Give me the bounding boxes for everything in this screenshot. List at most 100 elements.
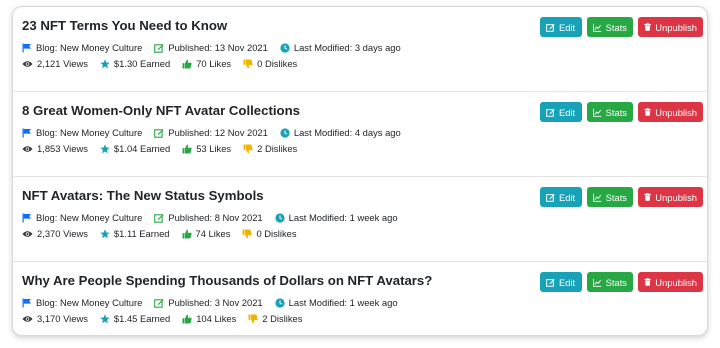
unpublish-button[interactable]: Unpublish bbox=[638, 17, 703, 37]
unpublish-label: Unpublish bbox=[655, 21, 697, 33]
views-count: 2,370 Views bbox=[37, 228, 88, 239]
article-row: NFT Avatars: The New Status Symbols Blog… bbox=[13, 177, 707, 262]
article-meta: Blog: New Money Culture Published: 8 Nov… bbox=[22, 212, 410, 223]
edit-square-icon bbox=[546, 278, 555, 287]
trash-icon bbox=[644, 108, 651, 116]
clock-icon bbox=[275, 297, 285, 308]
unpublish-label: Unpublish bbox=[655, 106, 697, 118]
flag-icon bbox=[22, 43, 31, 52]
thumbs-up-icon bbox=[182, 144, 192, 153]
articles-card: 23 NFT Terms You Need to Know Blog: New … bbox=[12, 6, 708, 336]
modified-meta: Last Modified: 1 week ago bbox=[275, 212, 398, 223]
dislikes-stat: 2 Dislikes bbox=[248, 313, 302, 324]
flag-icon bbox=[22, 128, 31, 137]
article-actions: Edit Stats Unpublish bbox=[540, 102, 703, 122]
trash-icon bbox=[644, 193, 651, 201]
likes-stat: 74 Likes bbox=[182, 228, 230, 239]
edit-square-icon bbox=[546, 193, 555, 202]
thumbs-up-icon bbox=[182, 59, 192, 68]
thumbs-up-icon bbox=[182, 229, 192, 238]
eye-icon bbox=[22, 315, 33, 322]
stats-label: Stats bbox=[605, 276, 627, 288]
blog-label: Blog: New Money Culture bbox=[36, 42, 143, 53]
stats-button[interactable]: Stats bbox=[587, 102, 633, 122]
published-meta: Published: 8 Nov 2021 bbox=[154, 212, 263, 223]
likes-count: 53 Likes bbox=[196, 143, 232, 154]
edit-square-icon bbox=[154, 298, 164, 308]
modified-meta: Last Modified: 3 days ago bbox=[280, 42, 401, 53]
published-date: Published: 13 Nov 2021 bbox=[168, 42, 268, 53]
views-count: 3,170 Views bbox=[37, 313, 88, 324]
earned-amount: $1.04 Earned bbox=[113, 143, 171, 154]
modified-date: Last Modified: 1 week ago bbox=[288, 297, 398, 308]
likes-count: 70 Likes bbox=[196, 58, 232, 69]
article-title[interactable]: NFT Avatars: The New Status Symbols bbox=[22, 188, 264, 203]
stats-button[interactable]: Stats bbox=[587, 187, 633, 207]
views-stat: 2,370 Views bbox=[22, 228, 88, 239]
edit-square-icon bbox=[154, 213, 164, 223]
blog-meta: Blog: New Money Culture bbox=[22, 212, 142, 223]
edit-button[interactable]: Edit bbox=[540, 102, 582, 122]
clock-icon bbox=[280, 42, 290, 53]
published-date: Published: 8 Nov 2021 bbox=[168, 212, 263, 223]
article-actions: Edit Stats Unpublish bbox=[540, 187, 703, 207]
blog-label: Blog: New Money Culture bbox=[36, 127, 143, 138]
thumbs-down-icon bbox=[243, 144, 253, 153]
article-stats: 2,370 Views $1.11 Earned 74 Likes 0 Disl… bbox=[22, 228, 309, 239]
line-chart-icon bbox=[593, 108, 602, 117]
stats-label: Stats bbox=[605, 21, 627, 33]
clock-icon bbox=[275, 212, 285, 223]
edit-label: Edit bbox=[559, 21, 576, 33]
published-date: Published: 3 Nov 2021 bbox=[168, 297, 263, 308]
views-stat: 2,121 Views bbox=[22, 58, 88, 69]
stats-button[interactable]: Stats bbox=[587, 17, 633, 37]
edit-square-icon bbox=[154, 128, 164, 138]
star-icon bbox=[100, 313, 110, 323]
line-chart-icon bbox=[593, 193, 602, 202]
article-title[interactable]: 23 NFT Terms You Need to Know bbox=[22, 18, 227, 33]
edit-button[interactable]: Edit bbox=[540, 272, 582, 292]
published-date: Published: 12 Nov 2021 bbox=[168, 127, 268, 138]
trash-icon bbox=[644, 23, 651, 31]
modified-meta: Last Modified: 1 week ago bbox=[275, 297, 398, 308]
article-stats: 1,853 Views $1.04 Earned 53 Likes 2 Disl… bbox=[22, 143, 309, 154]
modified-date: Last Modified: 1 week ago bbox=[288, 212, 398, 223]
unpublish-button[interactable]: Unpublish bbox=[638, 272, 703, 292]
article-meta: Blog: New Money Culture Published: 13 No… bbox=[22, 42, 413, 53]
blog-label: Blog: New Money Culture bbox=[36, 297, 143, 308]
article-meta: Blog: New Money Culture Published: 12 No… bbox=[22, 127, 413, 138]
dislikes-stat: 2 Dislikes bbox=[243, 143, 297, 154]
eye-icon bbox=[22, 60, 33, 67]
edit-button[interactable]: Edit bbox=[540, 187, 582, 207]
blog-meta: Blog: New Money Culture bbox=[22, 42, 142, 53]
star-icon bbox=[100, 143, 110, 153]
clock-icon bbox=[280, 127, 290, 138]
eye-icon bbox=[22, 230, 33, 237]
unpublish-label: Unpublish bbox=[655, 276, 697, 288]
published-meta: Published: 13 Nov 2021 bbox=[154, 42, 268, 53]
article-row: 23 NFT Terms You Need to Know Blog: New … bbox=[13, 7, 707, 92]
thumbs-down-icon bbox=[243, 59, 253, 68]
article-title[interactable]: 8 Great Women-Only NFT Avatar Collection… bbox=[22, 103, 300, 118]
article-title[interactable]: Why Are People Spending Thousands of Dol… bbox=[22, 273, 432, 288]
blog-meta: Blog: New Money Culture bbox=[22, 127, 142, 138]
views-stat: 1,853 Views bbox=[22, 143, 88, 154]
views-count: 1,853 Views bbox=[37, 143, 88, 154]
views-stat: 3,170 Views bbox=[22, 313, 88, 324]
edit-button[interactable]: Edit bbox=[540, 17, 582, 37]
dislikes-count: 0 Dislikes bbox=[257, 58, 298, 69]
unpublish-button[interactable]: Unpublish bbox=[638, 102, 703, 122]
flag-icon bbox=[22, 298, 31, 307]
earned-stat: $1.04 Earned bbox=[100, 143, 170, 154]
dislikes-stat: 0 Dislikes bbox=[243, 58, 297, 69]
stats-button[interactable]: Stats bbox=[587, 272, 633, 292]
unpublish-button[interactable]: Unpublish bbox=[638, 187, 703, 207]
earned-stat: $1.45 Earned bbox=[100, 313, 170, 324]
star-icon bbox=[100, 58, 110, 68]
edit-label: Edit bbox=[559, 276, 576, 288]
article-stats: 2,121 Views $1.30 Earned 70 Likes 0 Disl… bbox=[22, 58, 309, 69]
flag-icon bbox=[22, 213, 31, 222]
edit-square-icon bbox=[546, 23, 555, 32]
thumbs-up-icon bbox=[182, 314, 192, 323]
article-actions: Edit Stats Unpublish bbox=[540, 272, 703, 292]
